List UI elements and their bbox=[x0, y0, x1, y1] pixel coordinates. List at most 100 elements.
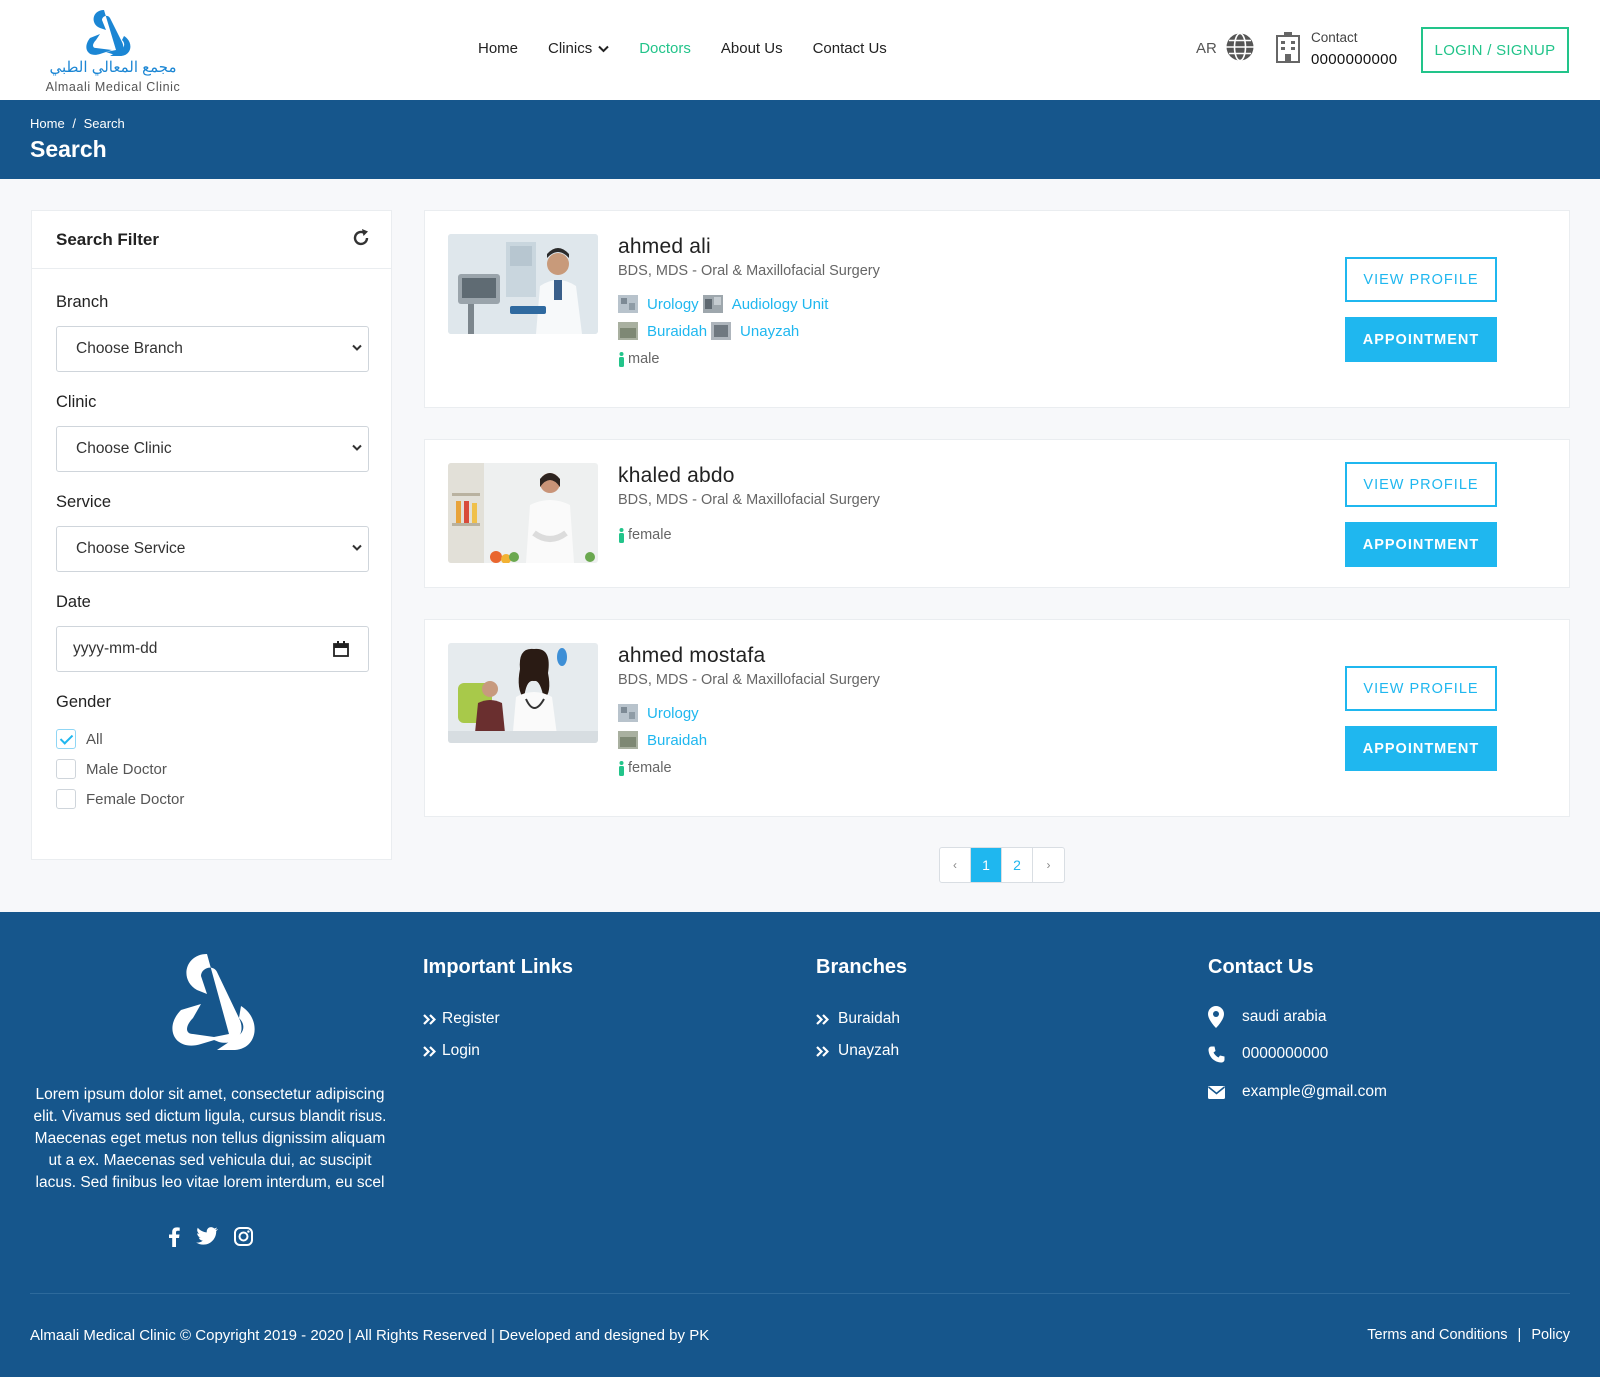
logo-mark bbox=[86, 10, 131, 56]
gender-option-label: Male Doctor bbox=[86, 760, 167, 778]
view-profile-button[interactable]: VIEW PROFILE bbox=[1345, 666, 1497, 711]
language-switch[interactable]: AR bbox=[1196, 40, 1217, 57]
doctor-card: ahmed mostafa BDS, MDS - Oral & Maxillof… bbox=[424, 619, 1570, 817]
site-header: مجمع المعالي الطبي Almaali Medical Clini… bbox=[0, 0, 1600, 100]
branch-tag[interactable]: Unayzah bbox=[740, 323, 799, 340]
doctor-card: ahmed ali BDS, MDS - Oral & Maxillofacia… bbox=[424, 210, 1570, 408]
terms-link[interactable]: Terms and Conditions bbox=[1367, 1327, 1507, 1343]
login-signup-button[interactable]: LOGIN / SIGNUP bbox=[1421, 27, 1569, 73]
double-chevron-icon bbox=[816, 1045, 829, 1057]
page-title: Search bbox=[30, 136, 107, 162]
gender-option-label: Female Doctor bbox=[86, 790, 185, 808]
clinic-select[interactable]: Choose Clinic bbox=[56, 426, 369, 472]
branch-tag[interactable]: Buraidah bbox=[647, 323, 707, 340]
appointment-button[interactable]: APPOINTMENT bbox=[1345, 317, 1497, 362]
gender-option-label: All bbox=[86, 730, 103, 748]
breadcrumb-separator: / bbox=[72, 116, 76, 131]
mail-icon bbox=[1208, 1085, 1225, 1099]
doctor-name[interactable]: ahmed mostafa bbox=[618, 644, 765, 668]
appointment-button[interactable]: APPOINTMENT bbox=[1345, 726, 1497, 771]
pagination-page-2[interactable]: 2 bbox=[1002, 848, 1033, 882]
clinic-label: Clinic bbox=[56, 393, 97, 411]
footer-divider bbox=[30, 1293, 1570, 1294]
double-chevron-icon bbox=[816, 1013, 829, 1025]
logo-english-text: Almaali Medical Clinic bbox=[45, 80, 181, 94]
footer-link-label: Register bbox=[442, 1010, 500, 1027]
contact-label: Contact bbox=[1311, 30, 1358, 45]
calendar-icon[interactable] bbox=[333, 641, 349, 657]
view-profile-button[interactable]: VIEW PROFILE bbox=[1345, 462, 1497, 507]
nav-home[interactable]: Home bbox=[478, 40, 518, 57]
footer-branch-label: Buraidah bbox=[838, 1010, 901, 1027]
clinic-tag[interactable]: Audiology Unit bbox=[732, 296, 829, 313]
footer-link-register[interactable]: Register bbox=[423, 1010, 500, 1028]
breadcrumb: Home / Search bbox=[30, 116, 129, 131]
date-label: Date bbox=[56, 593, 91, 611]
logo-arabic-text: مجمع المعالي الطبي bbox=[49, 59, 177, 76]
doctor-name[interactable]: khaled abdo bbox=[618, 464, 735, 488]
globe-icon[interactable] bbox=[1225, 32, 1255, 62]
nav-about-us[interactable]: About Us bbox=[721, 40, 783, 57]
footer-link-label: Login bbox=[442, 1042, 480, 1059]
double-chevron-icon bbox=[423, 1045, 436, 1057]
doctor-branches: Buraidah Unayzah bbox=[618, 322, 803, 340]
branch-thumb-icon bbox=[618, 322, 638, 340]
doctor-photo[interactable] bbox=[448, 463, 598, 563]
clinic-select-value: Choose Clinic bbox=[76, 440, 172, 457]
gender-text: female bbox=[628, 760, 672, 776]
search-filter-panel: Search Filter Branch Choose Branch Clini… bbox=[31, 210, 392, 860]
doctor-photo[interactable] bbox=[448, 234, 598, 334]
gender-option-female[interactable]: Female Doctor bbox=[56, 789, 184, 809]
checkbox-unchecked[interactable] bbox=[56, 789, 76, 809]
person-icon bbox=[619, 527, 624, 543]
doctor-gender: female bbox=[618, 760, 672, 776]
footer-address: saudi arabia bbox=[1208, 1006, 1326, 1028]
nav-contact-us[interactable]: Contact Us bbox=[813, 40, 887, 57]
chevron-down-icon bbox=[352, 344, 362, 351]
policy-link[interactable]: Policy bbox=[1531, 1327, 1570, 1343]
doctor-qualification: BDS, MDS - Oral & Maxillofacial Surgery bbox=[618, 492, 880, 508]
doctor-branches: Buraidah bbox=[618, 731, 711, 749]
doctor-photo[interactable] bbox=[448, 643, 598, 743]
social-links bbox=[168, 1227, 269, 1252]
checkbox-unchecked[interactable] bbox=[56, 759, 76, 779]
site-logo[interactable]: مجمع المعالي الطبي Almaali Medical Clini… bbox=[38, 8, 188, 96]
clinic-tag[interactable]: Urology bbox=[647, 705, 699, 722]
footer-branch-unayzah[interactable]: Unayzah bbox=[816, 1042, 899, 1060]
instagram-icon[interactable] bbox=[234, 1227, 253, 1252]
branch-select[interactable]: Choose Branch bbox=[56, 326, 369, 372]
person-icon bbox=[619, 351, 624, 367]
doctor-gender: male bbox=[618, 351, 659, 367]
pagination-next[interactable]: › bbox=[1033, 848, 1064, 882]
copyright-text: Almaali Medical Clinic © Copyright 2019 … bbox=[30, 1327, 710, 1344]
doctor-clinics: Urology Audiology Unit bbox=[618, 295, 832, 313]
pagination-prev[interactable]: ‹ bbox=[940, 848, 971, 882]
doctor-name[interactable]: ahmed ali bbox=[618, 235, 711, 259]
gender-option-all[interactable]: All bbox=[56, 729, 103, 749]
breadcrumb-home[interactable]: Home bbox=[30, 116, 65, 131]
gender-option-male[interactable]: Male Doctor bbox=[56, 759, 167, 779]
nav-doctors[interactable]: Doctors bbox=[639, 40, 691, 57]
footer-email-text[interactable]: example@gmail.com bbox=[1242, 1083, 1387, 1101]
pagination-page-1[interactable]: 1 bbox=[971, 848, 1002, 882]
checkbox-checked[interactable] bbox=[56, 729, 76, 749]
date-input[interactable]: yyyy-mm-dd bbox=[56, 626, 369, 672]
doctor-card: khaled abdo BDS, MDS - Oral & Maxillofac… bbox=[424, 439, 1570, 588]
person-icon bbox=[619, 760, 624, 776]
footer-link-login[interactable]: Login bbox=[423, 1042, 480, 1060]
branch-tag[interactable]: Buraidah bbox=[647, 732, 707, 749]
filter-title: Search Filter bbox=[56, 230, 159, 249]
service-select[interactable]: Choose Service bbox=[56, 526, 369, 572]
clinic-tag[interactable]: Urology bbox=[647, 296, 699, 313]
refresh-icon[interactable] bbox=[351, 228, 371, 248]
appointment-button[interactable]: APPOINTMENT bbox=[1345, 522, 1497, 567]
branch-label: Branch bbox=[56, 293, 109, 311]
view-profile-button[interactable]: VIEW PROFILE bbox=[1345, 257, 1497, 302]
logo-mark bbox=[172, 954, 255, 1050]
facebook-icon[interactable] bbox=[168, 1227, 180, 1252]
service-label: Service bbox=[56, 493, 112, 511]
clinic-thumb-icon bbox=[618, 295, 638, 313]
twitter-icon[interactable] bbox=[196, 1227, 218, 1252]
nav-clinics[interactable]: Clinics bbox=[548, 40, 609, 57]
footer-branch-buraidah[interactable]: Buraidah bbox=[816, 1010, 900, 1028]
